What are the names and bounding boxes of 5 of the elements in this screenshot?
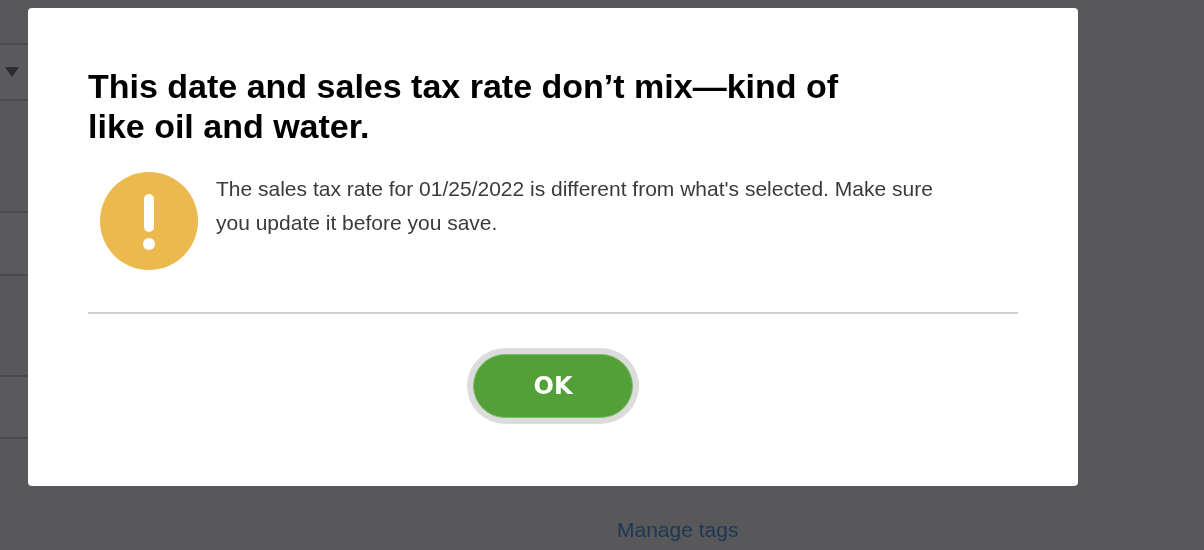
dialog-title: This date and sales tax rate don’t mix—kind of like oil and water. <box>88 66 840 146</box>
caret-icon[interactable] <box>5 67 19 77</box>
warning-icon <box>100 172 198 270</box>
manage-tags-link[interactable]: Manage tags <box>617 518 739 542</box>
dialog-message: The sales tax rate for 01/25/2022 is different from what's selected. Make sure you update it before you save. <box>216 176 934 236</box>
